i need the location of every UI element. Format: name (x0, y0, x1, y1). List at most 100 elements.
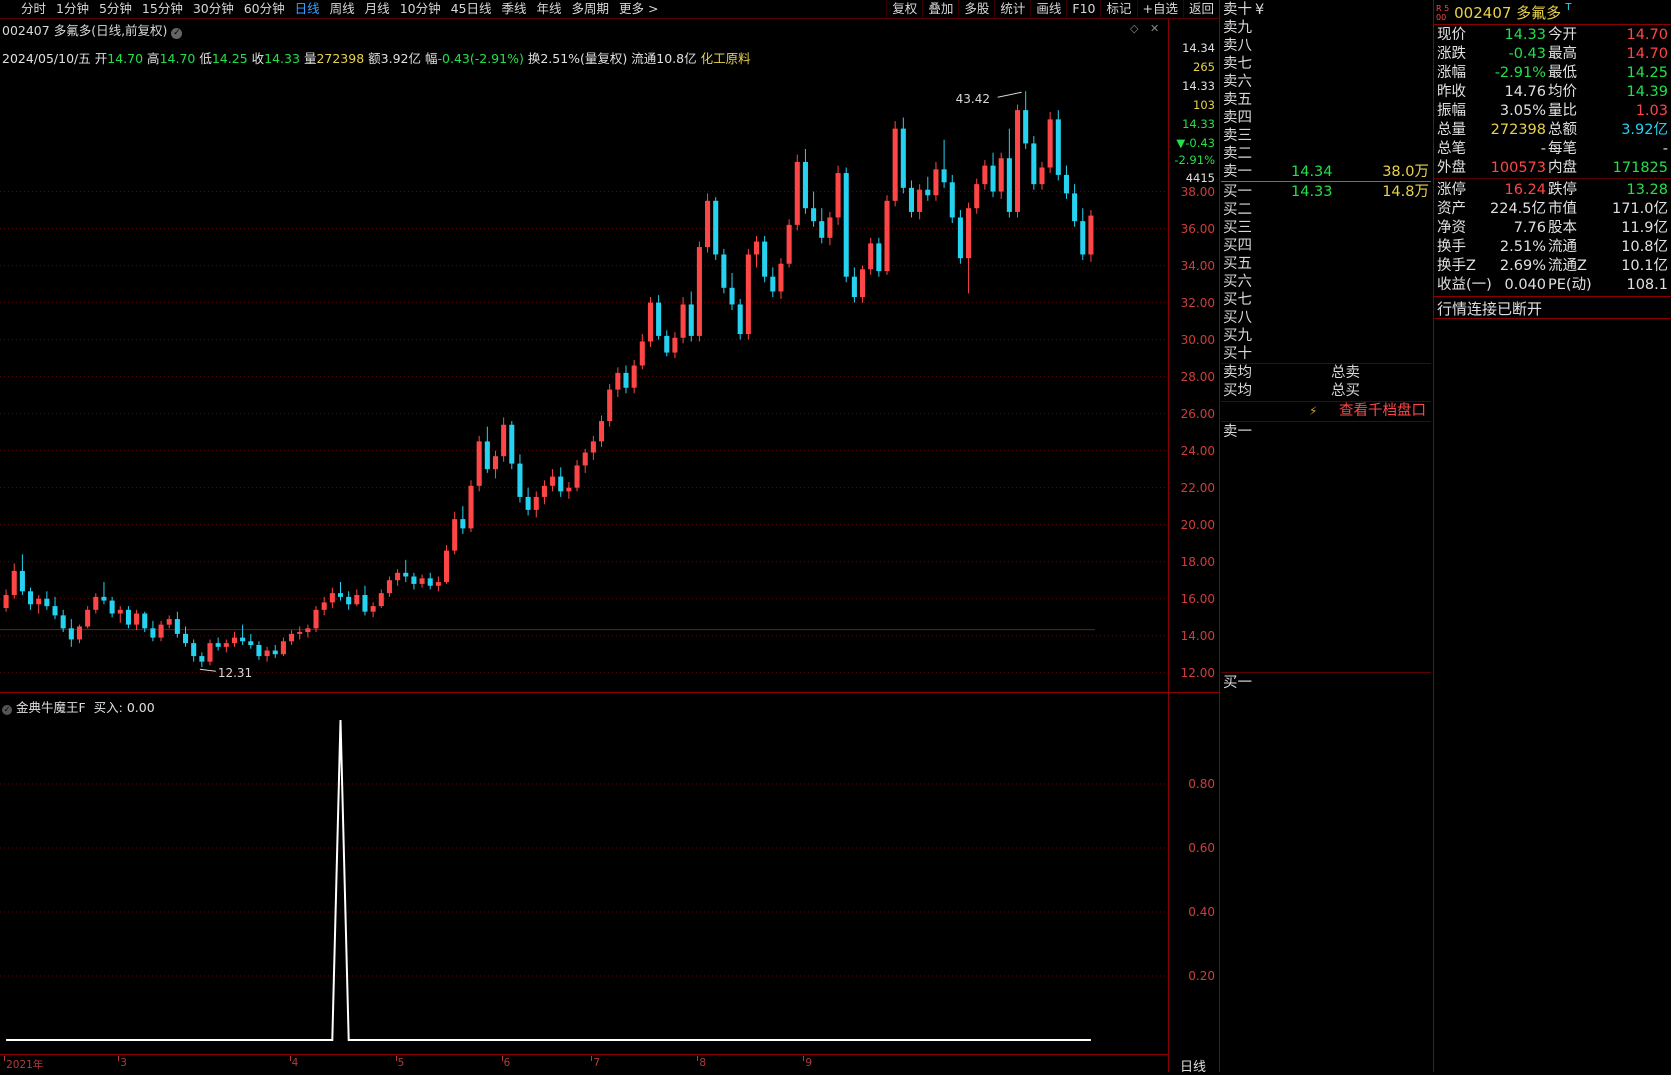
time-tick (501, 1056, 503, 1061)
candle-body (892, 128, 898, 201)
candle (827, 211, 833, 246)
buy-level-row[interactable]: 买四 (1221, 237, 1431, 255)
period-tab[interactable]: 10分钟 (395, 0, 446, 18)
buy-level-row[interactable]: 买一 14.33 14.8万 (1221, 183, 1431, 201)
period-tab[interactable]: 60分钟 (239, 0, 290, 18)
candle (297, 626, 303, 640)
candle-body (435, 582, 441, 586)
diamond-icon[interactable]: ◇ (1130, 22, 1138, 35)
candle-body (199, 656, 205, 662)
period-tab[interactable]: 15分钟 (137, 0, 188, 18)
bottom-period-tab[interactable]: 日线 (1180, 1056, 1206, 1075)
toolbar-button[interactable]: 复权 (886, 0, 922, 18)
quote-value: - (1662, 141, 1668, 157)
candle-body (966, 208, 972, 259)
candle-body (1006, 158, 1012, 212)
sell-level-row[interactable]: 卖十 ¥ (1221, 1, 1431, 19)
toolbar-button[interactable]: 多股 (958, 0, 994, 18)
sell-level-label: 卖六 (1223, 74, 1252, 90)
toolbar-button[interactable]: 返回 (1182, 0, 1219, 18)
period-tab[interactable]: 5分钟 (94, 0, 137, 18)
indicator-line (6, 719, 1091, 1041)
period-tab[interactable]: 多周期 (567, 0, 615, 18)
indicator-axis: 0.80 0.60 0.40 0.20 (1169, 693, 1219, 1053)
buy-level-row[interactable]: 买七 (1221, 291, 1431, 309)
period-tab[interactable]: 日线 (290, 0, 325, 18)
buy-level-row[interactable]: 买六 (1221, 273, 1431, 291)
candle (158, 620, 164, 642)
candle-body (990, 165, 996, 192)
candle (231, 632, 237, 647)
buy-level-row[interactable]: 买九 (1221, 327, 1431, 345)
toolbar-button[interactable]: +自选 (1136, 0, 1183, 18)
view-depth-button[interactable]: ⚡ 查看千档盘口 (1221, 402, 1431, 420)
title-dropdown-icon[interactable]: ✓ (171, 28, 183, 39)
candle-body (941, 169, 947, 183)
candle (444, 545, 450, 584)
toolbar-button[interactable]: F10 (1066, 0, 1100, 18)
toolbar-button[interactable]: 标记 (1100, 0, 1136, 18)
sell-level-row[interactable]: 卖五 (1221, 91, 1431, 109)
quote-label: 今开 (1548, 27, 1577, 43)
candle-body (444, 550, 450, 583)
candle-body (753, 241, 760, 255)
buy-level-label: 买三 (1223, 220, 1252, 236)
sell-level-row[interactable]: 卖六 (1221, 73, 1431, 91)
candle (696, 241, 702, 342)
sell-level-row[interactable]: 卖二 (1221, 145, 1431, 163)
candle (949, 174, 955, 224)
toolbar-button[interactable]: 叠加 (922, 0, 958, 18)
period-tab[interactable]: 1分钟 (51, 0, 94, 18)
sell-level-row[interactable]: 卖七 (1221, 55, 1431, 73)
candle-body (419, 578, 425, 584)
sell-level-row[interactable]: 卖四 (1221, 109, 1431, 127)
period-tab[interactable]: 分时 (16, 0, 51, 18)
buy-level-row[interactable]: 买十 (1221, 345, 1431, 363)
quote-label: 总量 (1437, 122, 1466, 138)
toolbar-button[interactable]: 画线 (1030, 0, 1066, 18)
candle-body (1047, 119, 1053, 168)
quote-value: -0.43 (1508, 46, 1546, 62)
candle (142, 611, 148, 633)
candle-body (1080, 221, 1086, 255)
candle-body (158, 624, 164, 638)
candle (484, 426, 490, 473)
toolbar-button[interactable]: 统计 (994, 0, 1030, 18)
buy-level-row[interactable]: 买三 (1221, 219, 1431, 237)
candle (395, 569, 401, 586)
candle (28, 587, 34, 610)
buy-level-row[interactable]: 买二 (1221, 201, 1431, 219)
info-mid-divider (1434, 178, 1671, 179)
period-tab[interactable]: 周线 (325, 0, 360, 18)
candle-body (378, 593, 384, 607)
buy-level-row[interactable]: 买八 (1221, 309, 1431, 327)
candle-body (982, 165, 988, 185)
sell-level-row[interactable]: 卖一 14.34 38.0万 (1221, 163, 1431, 181)
candle-body (76, 626, 83, 640)
quote-label: 均价 (1548, 84, 1577, 100)
sell-level-label: 卖八 (1223, 38, 1252, 54)
sell-level-row[interactable]: 卖九 (1221, 19, 1431, 37)
close-icon[interactable]: ✕ (1150, 22, 1159, 35)
candlestick-chart[interactable]: 43.42 12.31 (0, 62, 1168, 682)
candle (174, 611, 180, 638)
candle-body (615, 372, 621, 390)
candle-body (313, 609, 319, 629)
period-tab[interactable]: 45日线 (446, 0, 497, 18)
candle-body (248, 641, 254, 645)
period-tab[interactable]: 月线 (360, 0, 395, 18)
candle (492, 450, 499, 479)
period-tab[interactable]: 30分钟 (188, 0, 239, 18)
quote-value: 3.05% (1499, 103, 1546, 119)
indicator-chart[interactable] (0, 710, 1168, 1050)
period-tab[interactable]: 年线 (532, 0, 567, 18)
candle-body (509, 424, 515, 464)
sell-level-label: 卖四 (1223, 110, 1252, 126)
sell-level-row[interactable]: 卖八 (1221, 37, 1431, 55)
sell-level-row[interactable]: 卖三 (1221, 127, 1431, 145)
candle-body (492, 456, 499, 470)
candle (101, 582, 107, 605)
period-tab[interactable]: 季线 (497, 0, 532, 18)
buy-level-row[interactable]: 买五 (1221, 255, 1431, 273)
period-tab[interactable]: 更多 > (614, 0, 663, 18)
